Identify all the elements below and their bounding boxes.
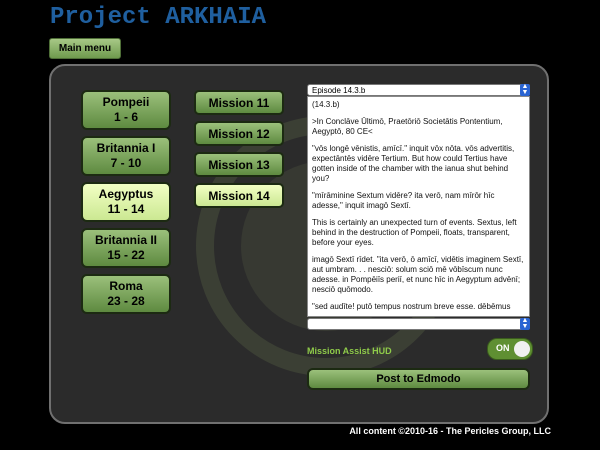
select-arrow-icon: ▲ ▼	[520, 83, 530, 96]
episode-text-paragraph: "mīrāminine Sextum vidēre? ita verō, nam…	[312, 191, 495, 210]
post-to-edmodo-button[interactable]: Post to Edmodo	[307, 368, 530, 390]
region-range: 15 - 22	[107, 248, 145, 262]
episode-text-paragraph: This is certainly an unexpected turn of …	[312, 218, 517, 247]
episode-text-paragraph: >In Conclāve Ūltimō, Praetōriō Societāti…	[312, 117, 503, 136]
episode-text-paragraph: (14.3.b)	[312, 100, 340, 109]
app-title: Project ARKHAIA	[50, 4, 267, 31]
region-button-pompeii[interactable]: Pompeii 1 - 6	[81, 90, 171, 130]
mission-assist-hud-label: Mission Assist HUD	[307, 346, 392, 356]
select-arrow-icon: ▲ ▼	[520, 317, 530, 330]
secondary-select[interactable]: ▲ ▼	[307, 317, 530, 330]
region-name: Pompeii	[102, 95, 150, 109]
region-name: Roma	[109, 279, 143, 293]
episode-text-paragraph: "sed audīte! putō tempus nostrum breve e…	[312, 302, 511, 311]
region-button-britannia-ii[interactable]: Britannia II 15 - 22	[81, 228, 171, 268]
region-range: 7 - 10	[110, 156, 142, 170]
mission-button-11[interactable]: Mission 11	[194, 90, 284, 115]
region-range: 23 - 28	[107, 294, 145, 308]
copyright-footer: All content ©2010-16 - The Pericles Grou…	[349, 426, 551, 436]
episode-select[interactable]: Episode 14.3.b ▲ ▼	[307, 83, 530, 96]
mission-button-14[interactable]: Mission 14	[194, 183, 284, 208]
episode-text-paragraph: imagō Sextī rīdet. "ita verō, ō amīcī, v…	[312, 255, 524, 294]
mission-button-12[interactable]: Mission 12	[194, 121, 284, 146]
mission-button-13[interactable]: Mission 13	[194, 152, 284, 177]
region-name: Britannia I	[96, 141, 156, 155]
episode-select-value: Episode 14.3.b	[312, 86, 366, 95]
region-button-aegyptus[interactable]: Aegyptus 11 - 14	[81, 182, 171, 222]
episode-text-paragraph: "vōs longē vēnistis, amīcī." inquit vōx …	[312, 144, 515, 183]
mission-panel: Pompeii 1 - 6 Britannia I7 - 10 Aegyptus 11 …	[49, 64, 549, 424]
main-menu-button[interactable]: Main menu	[49, 38, 121, 59]
region-button-roma[interactable]: Roma 23 - 28	[81, 274, 171, 314]
region-name: Britannia II	[94, 233, 157, 247]
hud-toggle[interactable]: ON	[487, 338, 533, 360]
region-range: 1 - 6	[113, 110, 138, 124]
episode-text-area[interactable]: (14.3.b) >In Conclāve Ūltimō, Praetōriō S…	[307, 96, 530, 317]
region-button-britannia-i[interactable]: Britannia I7 - 10	[81, 136, 171, 176]
toggle-knob	[514, 341, 530, 357]
region-range: 11 - 14	[107, 202, 145, 216]
region-name: Aegyptus	[98, 187, 154, 201]
toggle-on-label: ON	[496, 343, 510, 353]
